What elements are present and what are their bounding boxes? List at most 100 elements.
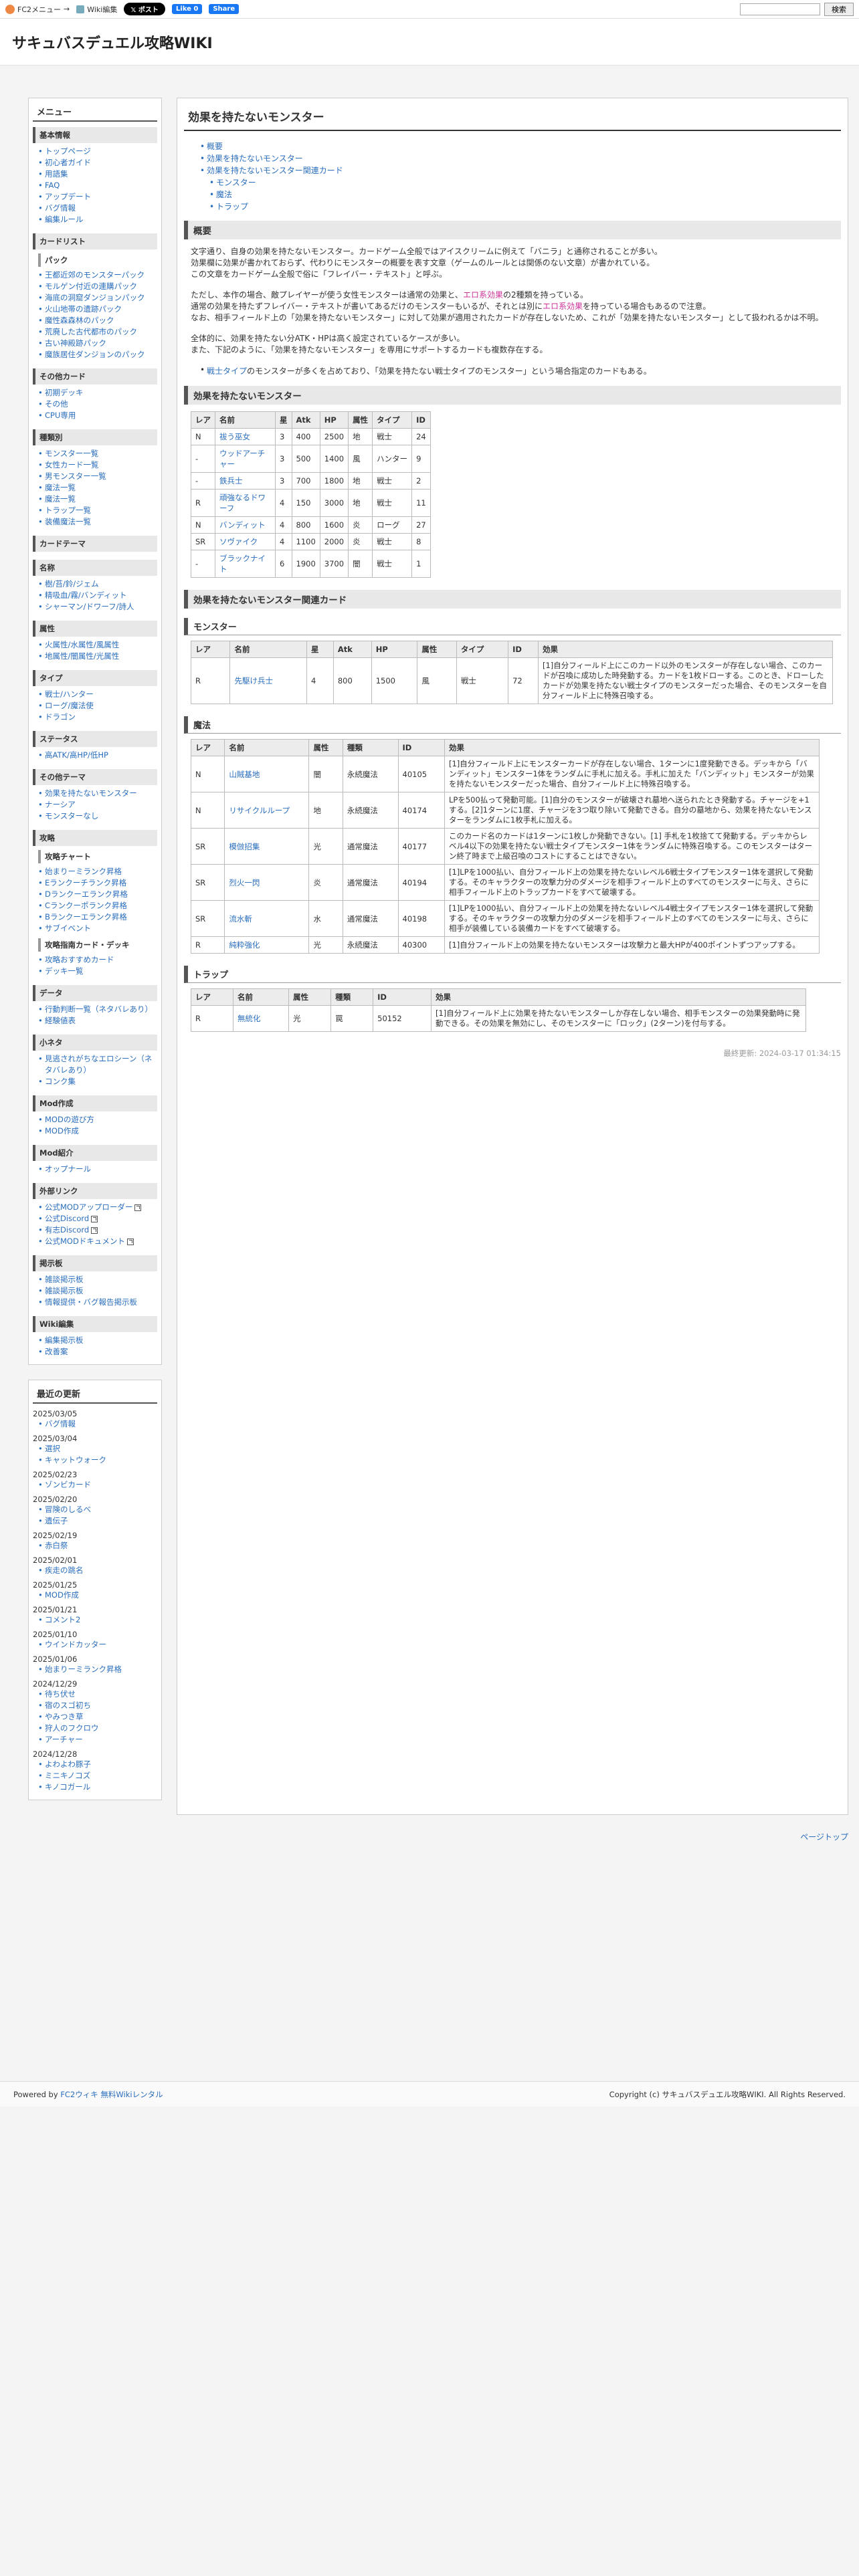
recent-item[interactable]: ミニキノコズ: [38, 1770, 157, 1782]
sidebar-item[interactable]: 経験値表: [38, 1015, 157, 1027]
card-name-link[interactable]: 山賊基地: [224, 756, 310, 792]
sidebar-item[interactable]: 地属性/闇属性/光属性: [38, 651, 157, 662]
sidebar-item[interactable]: 始まりーミランク昇格: [38, 866, 157, 877]
sidebar-item[interactable]: モルゲン付近の連購パック: [38, 281, 157, 292]
footer-fc2wiki-link[interactable]: FC2ウィキ: [60, 2090, 98, 2099]
sidebar-item[interactable]: 初心者ガイド: [38, 157, 157, 169]
recent-item[interactable]: 狩人のフクロウ: [38, 1723, 157, 1734]
card-name-link[interactable]: 頑強なるドワーフ: [215, 489, 276, 517]
search-button[interactable]: 検索: [824, 2, 854, 16]
sidebar-item[interactable]: 古い神殿跡パック: [38, 338, 157, 349]
sidebar-item[interactable]: 公式MODアップローダー: [38, 1202, 157, 1213]
sidebar-item[interactable]: CPU専用: [38, 410, 157, 421]
sidebar-item[interactable]: アップデート: [38, 191, 157, 203]
sidebar-item[interactable]: 高ATK/高HP/低HP: [38, 750, 157, 761]
toc-item[interactable]: 効果を持たないモンスター: [200, 152, 841, 165]
card-name-link[interactable]: 流水斬: [224, 900, 310, 937]
sidebar-item[interactable]: Eランクーチランク昇格: [38, 877, 157, 889]
sidebar-item[interactable]: FAQ: [38, 180, 157, 191]
sidebar-item[interactable]: MODの遊び方: [38, 1114, 157, 1125]
toc-item[interactable]: 魔法: [209, 189, 841, 201]
recent-item[interactable]: 宿のスゴ初ち: [38, 1700, 157, 1711]
x-post-button[interactable]: 𝕏 ポスト: [124, 3, 165, 15]
card-name-link[interactable]: ソヴァイク: [215, 533, 276, 550]
warrior-type-link[interactable]: 戦士タイプ: [207, 366, 247, 376]
sidebar-item[interactable]: 精吸血/霧/バンディット: [38, 590, 157, 601]
sidebar-item[interactable]: その他: [38, 399, 157, 410]
card-name-link[interactable]: バンディット: [215, 516, 276, 534]
card-name-link[interactable]: ブラックナイト: [215, 550, 276, 578]
sidebar-item[interactable]: トップページ: [38, 146, 157, 157]
sidebar-item[interactable]: 見逃されがちなエロシーン（ネタバレあり）: [38, 1053, 157, 1076]
sidebar-item[interactable]: 火山地帯の遺跡パック: [38, 304, 157, 315]
sidebar-item[interactable]: 樹/苔/鈴/ジェム: [38, 578, 157, 590]
sidebar-item[interactable]: 海底の洞窟ダンジョンパック: [38, 292, 157, 304]
recent-item[interactable]: 待ち伏せ: [38, 1689, 157, 1700]
sidebar-item[interactable]: 編集掲示板: [38, 1335, 157, 1346]
sidebar-item[interactable]: 改善案: [38, 1346, 157, 1358]
recent-item[interactable]: 始まりーミランク昇格: [38, 1664, 157, 1675]
page-top-link[interactable]: ページトップ: [174, 1831, 848, 1842]
sidebar-item[interactable]: 用語集: [38, 169, 157, 180]
card-name-link[interactable]: 無統化: [232, 1005, 290, 1032]
sidebar-item[interactable]: ナーシア: [38, 799, 157, 811]
card-name-link[interactable]: 祓う巫女: [215, 428, 276, 445]
fc2-menu[interactable]: FC2メニュー →: [5, 4, 70, 15]
footer-rental-link[interactable]: 無料Wikiレンタル: [100, 2090, 163, 2099]
recent-item[interactable]: MOD作成: [38, 1590, 157, 1601]
card-name-link[interactable]: 純粋強化: [224, 936, 310, 954]
recent-item[interactable]: アーチャー: [38, 1734, 157, 1745]
recent-item[interactable]: 遺伝子: [38, 1515, 157, 1527]
toc-item[interactable]: トラップ: [209, 201, 841, 213]
sidebar-item[interactable]: 行動判断一覧（ネタバレあり）: [38, 1004, 157, 1015]
ero-effect-link-1[interactable]: エロ系効果: [463, 290, 503, 300]
toc-item[interactable]: 概要: [200, 140, 841, 152]
sidebar-item[interactable]: 初期デッキ: [38, 387, 157, 399]
card-name-link[interactable]: 先駆け兵士: [229, 657, 308, 704]
toc-item[interactable]: 効果を持たないモンスター関連カード: [200, 165, 841, 177]
sidebar-item[interactable]: 魔法一覧: [38, 494, 157, 505]
sidebar-item[interactable]: 火属性/水属性/風属性: [38, 639, 157, 651]
card-name-link[interactable]: リサイクルループ: [224, 792, 310, 829]
card-name-link[interactable]: 模倣招集: [224, 828, 310, 865]
recent-item[interactable]: ゾンビカード: [38, 1479, 157, 1491]
sidebar-item[interactable]: 攻略おすすめカード: [38, 954, 157, 966]
recent-item[interactable]: バグ情報: [38, 1418, 157, 1430]
sidebar-item[interactable]: シャーマン/ドワーフ/詩人: [38, 601, 157, 613]
fb-share-button[interactable]: Share: [209, 4, 240, 14]
toc-item[interactable]: モンスター: [209, 177, 841, 189]
sidebar-item[interactable]: 雑談掲示板: [38, 1285, 157, 1297]
recent-item[interactable]: 選択: [38, 1443, 157, 1455]
sidebar-item[interactable]: 情報提供・バグ報告掲示板: [38, 1297, 157, 1308]
sidebar-item[interactable]: MOD作成: [38, 1125, 157, 1137]
card-name-link[interactable]: 烈火一閃: [224, 864, 310, 901]
site-title[interactable]: サキュバスデュエル攻略WIKI: [12, 31, 213, 53]
recent-item[interactable]: ウインドカッター: [38, 1639, 157, 1650]
sidebar-item[interactable]: トラップ一覧: [38, 505, 157, 516]
sidebar-item[interactable]: デッキ一覧: [38, 966, 157, 977]
sidebar-item[interactable]: ドラゴン: [38, 712, 157, 723]
sidebar-item[interactable]: 編集ルール: [38, 214, 157, 225]
sidebar-item[interactable]: 効果を持たないモンスター: [38, 788, 157, 799]
sidebar-item[interactable]: Cランクーポランク昇格: [38, 900, 157, 911]
card-name-link[interactable]: 鉄兵士: [215, 472, 276, 490]
recent-item[interactable]: よわよわ豚子: [38, 1759, 157, 1770]
sidebar-item[interactable]: 公式MODドキュメント: [38, 1236, 157, 1247]
sidebar-item[interactable]: 魔法一覧: [38, 482, 157, 494]
sidebar-item[interactable]: モンスター一覧: [38, 448, 157, 459]
recent-item[interactable]: コメント2: [38, 1614, 157, 1626]
card-name-link[interactable]: ウッドアーチャー: [215, 445, 276, 473]
sidebar-item[interactable]: モンスターなし: [38, 811, 157, 822]
wiki-edit-link[interactable]: Wiki編集: [76, 4, 117, 15]
sidebar-item[interactable]: コンク集: [38, 1076, 157, 1087]
sidebar-item[interactable]: 王都近郊のモンスターパック: [38, 270, 157, 281]
sidebar-item[interactable]: 女性カード一覧: [38, 459, 157, 471]
sidebar-item[interactable]: 公式Discord: [38, 1213, 157, 1224]
sidebar-item[interactable]: ローグ/魔法使: [38, 700, 157, 712]
fb-like-button[interactable]: Like 0: [171, 4, 203, 14]
sidebar-item[interactable]: Dランクーエランク昇格: [38, 889, 157, 900]
sidebar-item[interactable]: サブイベント: [38, 923, 157, 934]
recent-item[interactable]: キノコガール: [38, 1782, 157, 1793]
sidebar-item[interactable]: 荒廃した古代都市のパック: [38, 326, 157, 338]
recent-item[interactable]: キャットウォーク: [38, 1455, 157, 1466]
